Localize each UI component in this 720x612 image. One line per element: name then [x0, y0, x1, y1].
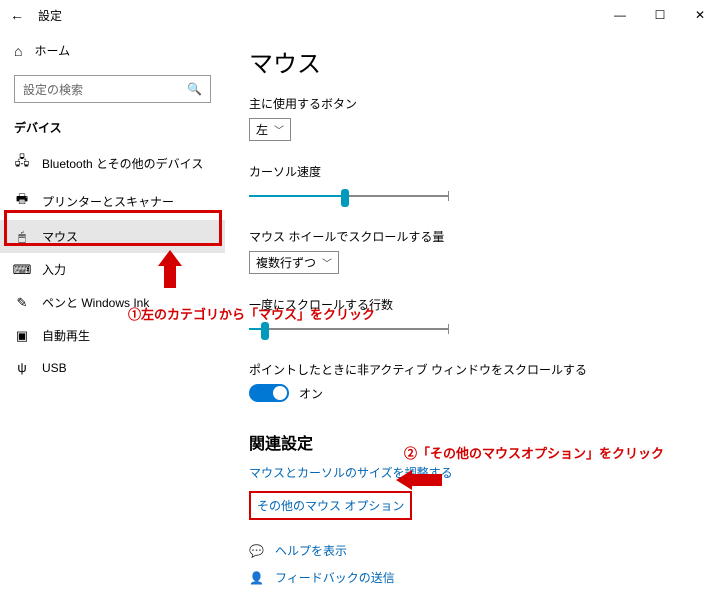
annotation-text-2: ②「その他のマウスオプション」をクリック: [404, 443, 664, 462]
sidebar-group-title: デバイス: [0, 115, 225, 144]
sidebar-item-label: 入力: [42, 261, 66, 278]
inactive-scroll-state: オン: [299, 385, 323, 402]
cursor-speed-label: カーソル速度: [249, 163, 696, 180]
close-button[interactable]: ✕: [680, 0, 720, 30]
primary-button-select[interactable]: 左 ﹀: [249, 118, 291, 141]
sidebar-item-label: マウス: [42, 228, 78, 245]
sidebar-item-label: Bluetooth とその他のデバイス: [42, 155, 203, 172]
titlebar: ← 設定 — ☐ ✕: [0, 0, 720, 30]
maximize-button[interactable]: ☐: [640, 0, 680, 30]
annotation-box-2: その他のマウス オプション: [249, 491, 412, 520]
printer-icon: 🖶: [14, 190, 30, 212]
inactive-scroll-label: ポイントしたときに非アクティブ ウィンドウをスクロールする: [249, 361, 696, 378]
wheel-scroll-select[interactable]: 複数行ずつ ﹀: [249, 251, 339, 274]
minimize-button[interactable]: —: [600, 0, 640, 30]
sidebar-item-label: 自動再生: [42, 327, 90, 344]
sidebar-item-autoplay[interactable]: ▣ 自動再生: [0, 319, 225, 352]
keyboard-icon: ⌨: [14, 262, 30, 278]
sidebar-item-mouse[interactable]: 🖱 マウス: [0, 220, 225, 253]
sidebar-item-label: USB: [42, 361, 67, 375]
link-cursor-size[interactable]: マウスとカーソルのサイズを調整する: [249, 464, 696, 481]
inactive-scroll-toggle[interactable]: [249, 384, 289, 402]
back-icon[interactable]: ←: [10, 7, 30, 23]
window-title: 設定: [38, 7, 62, 24]
sidebar-item-typing[interactable]: ⌨ 入力: [0, 253, 225, 286]
chevron-down-icon: ﹀: [274, 122, 284, 137]
pen-icon: ✎: [14, 295, 30, 311]
page-title: マウス: [249, 44, 696, 79]
sidebar-item-printers[interactable]: 🖶 プリンターとスキャナー: [0, 182, 225, 220]
sidebar-item-label: プリンターとスキャナー: [42, 193, 174, 210]
home-icon: ⌂: [14, 43, 22, 59]
feedback-icon: 👤: [249, 571, 265, 585]
wheel-scroll-label: マウス ホイールでスクロールする量: [249, 228, 696, 245]
search-icon: 🔍: [187, 82, 202, 96]
primary-button-label: 主に使用するボタン: [249, 95, 696, 112]
help-link[interactable]: 💬 ヘルプを表示: [249, 542, 696, 559]
help-icon: 💬: [249, 544, 265, 558]
search-input[interactable]: 設定の検索 🔍: [14, 75, 211, 103]
nav-home[interactable]: ⌂ ホーム: [0, 36, 225, 65]
bluetooth-icon: 🖧: [14, 152, 30, 174]
wheel-scroll-value: 複数行ずつ: [256, 254, 316, 271]
nav-home-label: ホーム: [34, 42, 70, 59]
mouse-icon: 🖱: [14, 229, 30, 245]
cursor-speed-slider[interactable]: [249, 186, 449, 206]
feedback-link[interactable]: 👤 フィードバックの送信: [249, 569, 696, 586]
usb-icon: ψ: [14, 360, 30, 375]
search-placeholder: 設定の検索: [23, 81, 83, 98]
autoplay-icon: ▣: [14, 328, 30, 344]
sidebar-item-bluetooth[interactable]: 🖧 Bluetooth とその他のデバイス: [0, 144, 225, 182]
primary-button-value: 左: [256, 121, 268, 138]
link-other-mouse-options[interactable]: その他のマウス オプション: [257, 497, 404, 514]
annotation-text-1: ①左のカテゴリから「マウス」をクリック: [128, 304, 375, 323]
sidebar-item-usb[interactable]: ψ USB: [0, 352, 225, 383]
annotation-arrow-2: [396, 470, 442, 490]
chevron-down-icon: ﹀: [322, 255, 332, 270]
annotation-arrow-1: [158, 250, 182, 288]
